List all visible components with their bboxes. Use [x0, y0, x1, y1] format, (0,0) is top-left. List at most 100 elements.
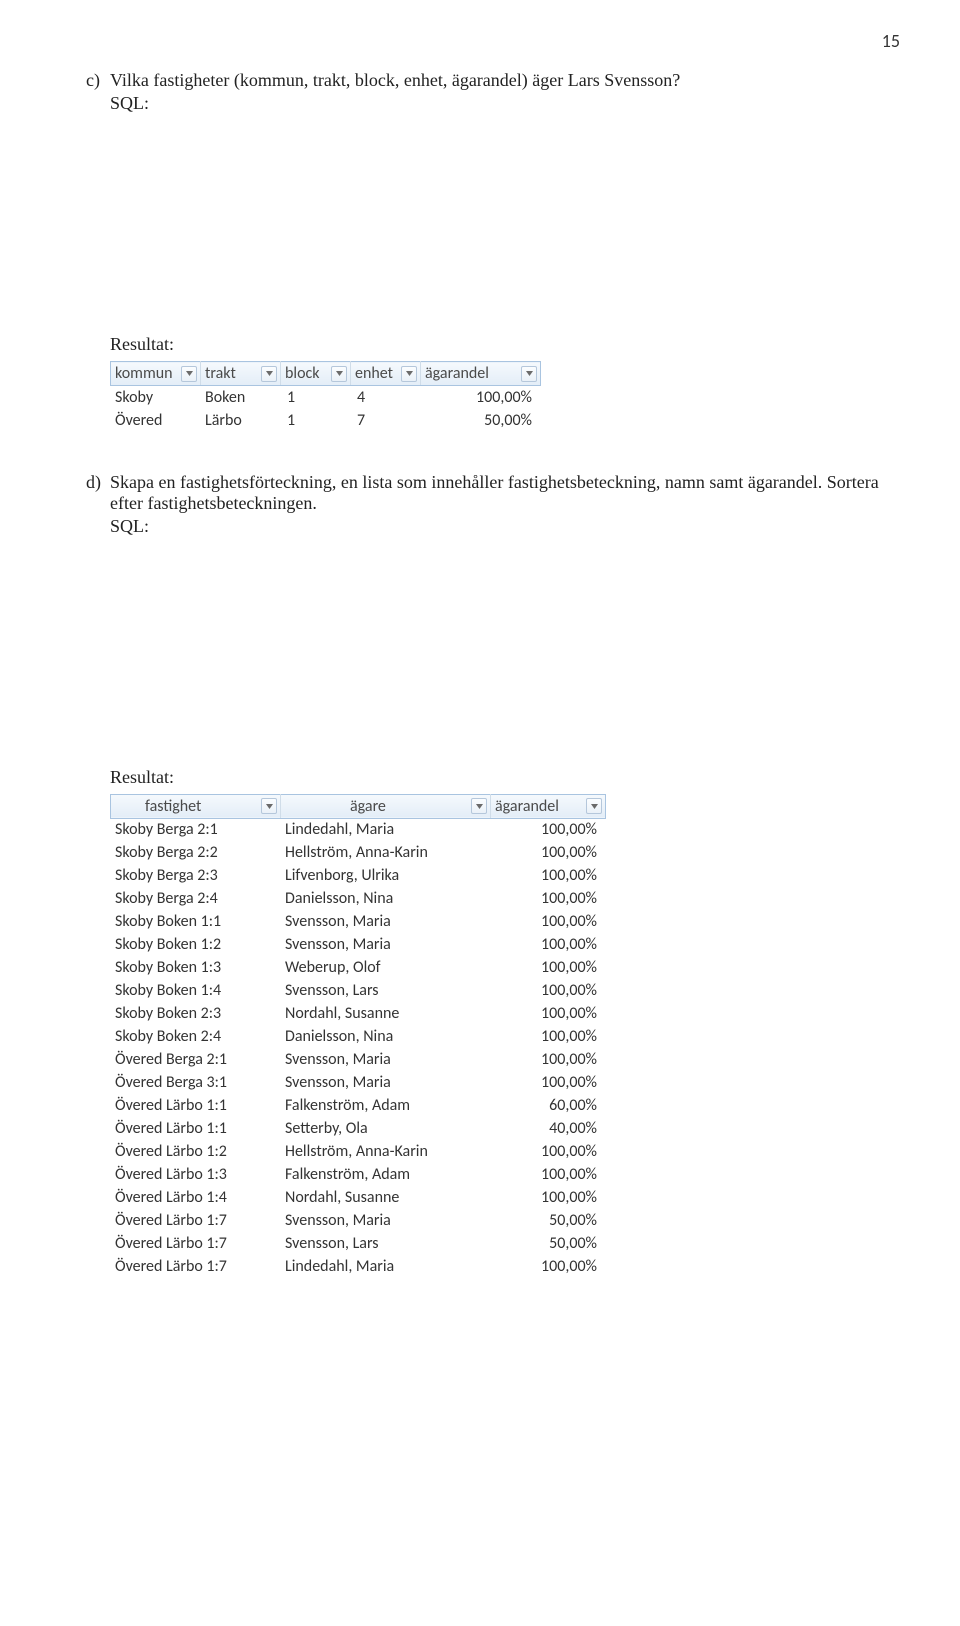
cell-agare: Svensson, Lars — [281, 979, 491, 1002]
cell-fastighet: Övered Lärbo 1:4 — [111, 1186, 281, 1209]
table-row: Skoby Boken 1:1Svensson, Maria100,00% — [111, 910, 606, 933]
table-row: Skoby Berga 2:4Danielsson, Nina100,00% — [111, 887, 606, 910]
cell-agare: Svensson, Lars — [281, 1232, 491, 1255]
cell-fastighet: Övered Lärbo 1:1 — [111, 1094, 281, 1117]
cell-andel: 100,00% — [421, 386, 541, 409]
col-label: kommun — [115, 364, 191, 383]
cell-andel: 50,00% — [491, 1209, 606, 1232]
cell-andel: 50,00% — [491, 1232, 606, 1255]
question-d-sql-label: SQL: — [110, 516, 900, 537]
col-label: trakt — [205, 364, 254, 383]
table-row: Skoby Berga 2:2Hellström, Anna-Karin100,… — [111, 841, 606, 864]
cell-agare: Nordahl, Susanne — [281, 1002, 491, 1025]
table-row: Övered Lärbo 1:7Svensson, Lars50,00% — [111, 1232, 606, 1255]
cell-trakt: Boken — [201, 386, 281, 409]
cell-andel: 100,00% — [491, 1002, 606, 1025]
col-trakt[interactable]: trakt — [201, 362, 281, 386]
table-row: Övered Lärbo 1:4Nordahl, Susanne100,00% — [111, 1186, 606, 1209]
cell-fastighet: Övered Lärbo 1:3 — [111, 1163, 281, 1186]
table-row: Övered Berga 3:1Svensson, Maria100,00% — [111, 1071, 606, 1094]
chevron-down-icon[interactable] — [586, 798, 602, 814]
col-block[interactable]: block — [281, 362, 351, 386]
cell-andel: 100,00% — [491, 841, 606, 864]
cell-enhet: 4 — [351, 386, 421, 409]
question-d-letter: d) — [86, 472, 110, 514]
table-row: Skoby Boken 1:3Weberup, Olof100,00% — [111, 956, 606, 979]
table-header-row: fastighet ägare ägarandel — [111, 794, 606, 818]
col-agarandel[interactable]: ägarandel — [421, 362, 541, 386]
table-row: SkobyBoken14100,00% — [111, 386, 541, 409]
col-agarandel[interactable]: ägarandel — [491, 794, 606, 818]
col-agare[interactable]: ägare — [281, 794, 491, 818]
cell-agare: Falkenström, Adam — [281, 1163, 491, 1186]
table-row: Övered Lärbo 1:2Hellström, Anna-Karin100… — [111, 1140, 606, 1163]
cell-agare: Hellström, Anna-Karin — [281, 1140, 491, 1163]
col-label: block — [285, 364, 338, 383]
cell-agare: Danielsson, Nina — [281, 887, 491, 910]
table-row: Övered Lärbo 1:3Falkenström, Adam100,00% — [111, 1163, 606, 1186]
table-row: Övered Lärbo 1:7Lindedahl, Maria100,00% — [111, 1255, 606, 1278]
table-header-row: kommun trakt block enhet ägarandel — [111, 362, 541, 386]
cell-fastighet: Skoby Berga 2:4 — [111, 887, 281, 910]
question-d-text: Skapa en fastighetsförteckning, en lista… — [110, 472, 900, 514]
question-d-block: d) Skapa en fastighetsförteckning, en li… — [110, 472, 900, 537]
cell-fastighet: Skoby Boken 1:3 — [111, 956, 281, 979]
chevron-down-icon[interactable] — [261, 366, 277, 382]
question-c-result-label: Resultat: — [110, 334, 900, 355]
chevron-down-icon[interactable] — [261, 798, 277, 814]
cell-andel: 100,00% — [491, 1025, 606, 1048]
cell-agare: Svensson, Maria — [281, 1048, 491, 1071]
page-number: 15 — [110, 30, 900, 52]
col-label: ägarandel — [425, 364, 507, 383]
cell-block: 1 — [281, 386, 351, 409]
cell-andel: 60,00% — [491, 1094, 606, 1117]
table-row: Övered Lärbo 1:7Svensson, Maria50,00% — [111, 1209, 606, 1232]
table-row: Övered Lärbo 1:1Setterby, Ola40,00% — [111, 1117, 606, 1140]
cell-agare: Weberup, Olof — [281, 956, 491, 979]
cell-fastighet: Övered Lärbo 1:7 — [111, 1232, 281, 1255]
cell-andel: 40,00% — [491, 1117, 606, 1140]
col-kommun[interactable]: kommun — [111, 362, 201, 386]
col-fastighet[interactable]: fastighet — [111, 794, 281, 818]
chevron-down-icon[interactable] — [471, 798, 487, 814]
cell-agare: Nordahl, Susanne — [281, 1186, 491, 1209]
question-c-block: c) Vilka fastigheter (kommun, trakt, blo… — [110, 70, 900, 114]
cell-andel: 100,00% — [491, 1048, 606, 1071]
cell-kommun: Skoby — [111, 386, 201, 409]
table-row: Skoby Boken 1:4Svensson, Lars100,00% — [111, 979, 606, 1002]
chevron-down-icon[interactable] — [401, 366, 417, 382]
chevron-down-icon[interactable] — [181, 366, 197, 382]
cell-agare: Svensson, Maria — [281, 1071, 491, 1094]
spacer — [110, 124, 900, 334]
chevron-down-icon[interactable] — [331, 366, 347, 382]
cell-fastighet: Övered Lärbo 1:2 — [111, 1140, 281, 1163]
cell-fastighet: Skoby Boken 1:1 — [111, 910, 281, 933]
cell-fastighet: Skoby Boken 1:4 — [111, 979, 281, 1002]
cell-andel: 100,00% — [491, 887, 606, 910]
cell-agare: Lifvenborg, Ulrika — [281, 864, 491, 887]
cell-andel: 100,00% — [491, 1186, 606, 1209]
cell-fastighet: Övered Berga 2:1 — [111, 1048, 281, 1071]
cell-agare: Setterby, Ola — [281, 1117, 491, 1140]
col-label: fastighet — [115, 797, 219, 816]
col-label: ägarandel — [495, 797, 577, 816]
cell-andel: 50,00% — [421, 409, 541, 432]
col-label: ägare — [285, 797, 404, 816]
cell-fastighet: Övered Berga 3:1 — [111, 1071, 281, 1094]
cell-fastighet: Skoby Boken 2:3 — [111, 1002, 281, 1025]
cell-andel: 100,00% — [491, 1071, 606, 1094]
table-row: Skoby Berga 2:1Lindedahl, Maria100,00% — [111, 818, 606, 841]
col-enhet[interactable]: enhet — [351, 362, 421, 386]
cell-enhet: 7 — [351, 409, 421, 432]
table-row: Skoby Boken 2:3Nordahl, Susanne100,00% — [111, 1002, 606, 1025]
result-table-1: kommun trakt block enhet ägarandel Skoby… — [110, 361, 541, 432]
cell-fastighet: Skoby Berga 2:3 — [111, 864, 281, 887]
cell-agare: Hellström, Anna-Karin — [281, 841, 491, 864]
cell-agare: Danielsson, Nina — [281, 1025, 491, 1048]
cell-andel: 100,00% — [491, 1255, 606, 1278]
chevron-down-icon[interactable] — [521, 366, 537, 382]
cell-fastighet: Övered Lärbo 1:7 — [111, 1255, 281, 1278]
result-table-2: fastighet ägare ägarandel Skoby Berga 2:… — [110, 794, 606, 1279]
table-row: Övered Berga 2:1Svensson, Maria100,00% — [111, 1048, 606, 1071]
cell-andel: 100,00% — [491, 979, 606, 1002]
